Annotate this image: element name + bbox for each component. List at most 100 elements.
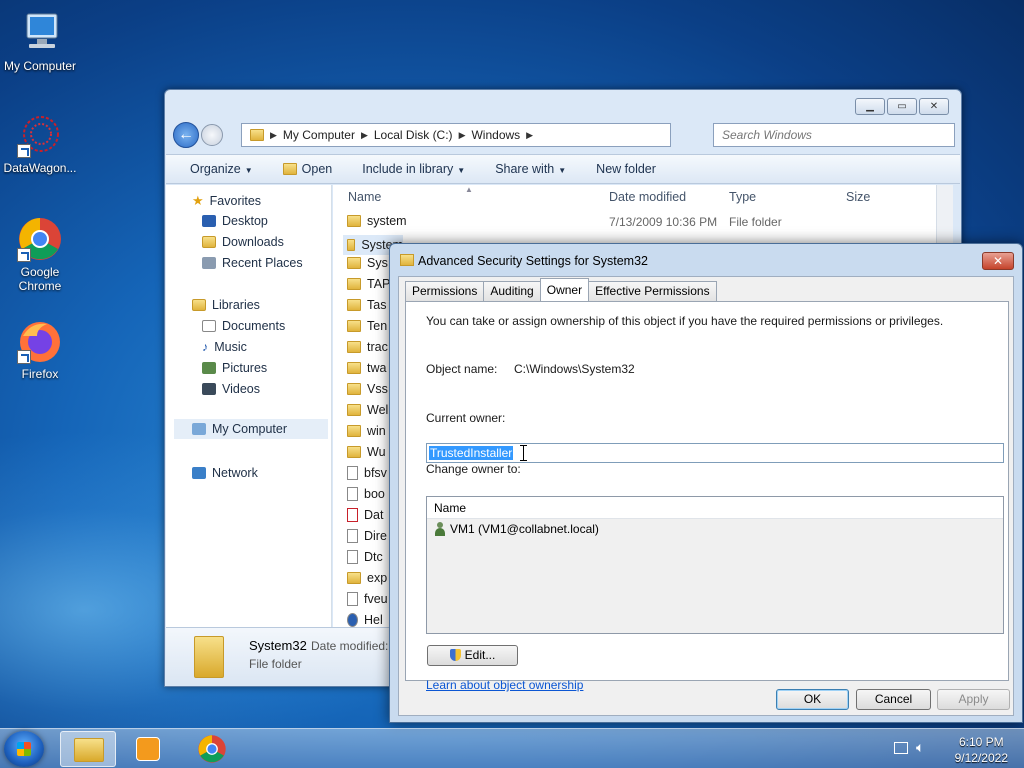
file-row[interactable]: Wel (347, 403, 388, 417)
nav-pictures[interactable]: Pictures (202, 361, 267, 375)
nav-desktop[interactable]: Desktop (202, 214, 268, 228)
clock[interactable]: 6:10 PM 9/12/2022 (955, 734, 1008, 766)
column-date-modified[interactable]: Date modified (609, 190, 686, 204)
file-row[interactable]: bfsv (347, 466, 387, 480)
taskbar-chrome-button[interactable] (184, 731, 240, 767)
nav-favorites[interactable]: ★ Favorites (192, 193, 261, 209)
network-icon (192, 467, 206, 479)
advanced-security-dialog[interactable]: Advanced Security Settings for System32 … (389, 243, 1023, 723)
file-name: Wel (367, 403, 389, 417)
shortcut-arrow-icon (17, 144, 31, 158)
minimize-button[interactable]: ▁ (855, 98, 885, 115)
apply-button[interactable]: Apply (937, 689, 1010, 710)
nav-network[interactable]: Network (192, 466, 258, 480)
ok-button[interactable]: OK (776, 689, 849, 710)
file-row[interactable]: Dtc (347, 550, 383, 564)
dialog-title: Advanced Security Settings for System32 (418, 254, 648, 268)
desktop-icon-chrome[interactable]: Google Chrome (0, 216, 80, 293)
dialog-close-button[interactable]: ✕ (982, 252, 1014, 270)
file-row[interactable]: Hel (347, 613, 383, 627)
details-type: File folder (249, 657, 302, 671)
taskbar-media-player-button[interactable] (120, 731, 176, 767)
file-row[interactable]: Vss (347, 382, 388, 396)
change-owner-list[interactable]: Name VM1 (VM1@collabnet.local) (426, 496, 1004, 634)
desktop-icon-my-computer[interactable]: My Computer (0, 10, 80, 73)
list-item[interactable]: VM1 (VM1@collabnet.local) (434, 522, 599, 536)
list-column-name[interactable]: Name (427, 497, 1003, 519)
tab-effective-permissions[interactable]: Effective Permissions (588, 281, 717, 301)
cancel-button[interactable]: Cancel (856, 689, 931, 710)
file-row[interactable]: fveu (347, 592, 388, 606)
breadcrumb-windows[interactable]: Windows (471, 128, 520, 142)
tab-permissions[interactable]: Permissions (405, 281, 485, 301)
column-size[interactable]: Size (846, 190, 870, 204)
system-tray: 🔈︎ 6:10 PM 9/12/2022 (888, 732, 1008, 766)
pictures-icon (202, 362, 216, 374)
organize-button[interactable]: Organize ▼ (190, 162, 253, 176)
share-with-button[interactable]: Share with ▼ (495, 162, 566, 176)
edit-label: Edit... (464, 648, 496, 662)
forward-button[interactable] (201, 124, 223, 146)
nav-downloads[interactable]: Downloads (202, 235, 284, 249)
file-row[interactable]: Wu (347, 445, 386, 459)
file-row[interactable]: Tas (347, 298, 386, 312)
file-row[interactable]: Ten (347, 319, 387, 333)
tab-owner[interactable]: Owner (539, 278, 590, 301)
ownership-info: You can take or assign ownership of this… (426, 314, 944, 328)
star-icon: ★ (192, 193, 204, 208)
file-row[interactable]: twa (347, 361, 386, 375)
desktop-icon-firefox[interactable]: Firefox (0, 318, 80, 381)
nav-libraries[interactable]: Libraries (192, 298, 260, 312)
file-row[interactable]: Dat (347, 508, 383, 522)
edit-button[interactable]: Edit... (427, 645, 518, 666)
search-input[interactable]: Search Windows (713, 123, 955, 147)
current-owner-field[interactable]: TrustedInstaller (426, 443, 1004, 463)
include-in-library-button[interactable]: Include in library ▼ (362, 162, 465, 176)
nav-videos[interactable]: Videos (202, 382, 260, 396)
file-name: exp (367, 571, 388, 585)
file-row[interactable]: boo (347, 487, 385, 501)
tab-auditing[interactable]: Auditing (483, 281, 541, 301)
nav-label: Videos (222, 382, 260, 396)
maximize-button[interactable]: ▭ (887, 98, 917, 115)
folder-icon (347, 320, 361, 332)
object-name-label: Object name: (426, 362, 498, 376)
file-row[interactable]: exp (347, 571, 387, 585)
open-button[interactable]: Open (282, 162, 332, 176)
column-name[interactable]: Name (348, 190, 381, 204)
back-button[interactable]: ← (173, 122, 199, 148)
file-row[interactable]: TAP (347, 277, 390, 291)
desktop-icon-datawagon[interactable]: DataWagon... (0, 112, 80, 175)
network-tray-icon[interactable] (894, 742, 908, 754)
current-owner-label: Current owner: (426, 411, 506, 425)
nav-my-computer[interactable]: My Computer (174, 419, 328, 439)
file-row[interactable]: trac (347, 340, 388, 354)
nav-label: Documents (222, 319, 286, 333)
clock-date: 9/12/2022 (954, 751, 1008, 765)
file-row[interactable]: Sys (347, 256, 388, 270)
folder-icon (347, 278, 361, 290)
nav-music[interactable]: ♪ Music (202, 340, 247, 354)
file-type: File folder (729, 215, 782, 229)
file-icon (347, 487, 358, 501)
file-name: Ten (367, 319, 388, 333)
file-row[interactable]: win (347, 424, 386, 438)
column-type[interactable]: Type (729, 190, 756, 204)
file-name: win (367, 424, 386, 438)
close-button[interactable]: ✕ (919, 98, 949, 115)
navigation-pane: ★ Favorites Desktop Downloads Recent Plac… (166, 185, 332, 628)
file-name: boo (364, 487, 385, 501)
address-bar[interactable]: ▶ My Computer ▶ Local Disk (C:) ▶ Window… (241, 123, 671, 147)
file-row[interactable]: system (347, 214, 407, 228)
taskbar-explorer-button[interactable] (60, 731, 116, 767)
learn-ownership-link[interactable]: Learn about object ownership (426, 678, 583, 692)
documents-icon (202, 320, 216, 332)
file-row[interactable]: Dire (347, 529, 387, 543)
breadcrumb-my-computer[interactable]: My Computer (283, 128, 355, 142)
nav-recent-places[interactable]: Recent Places (202, 256, 303, 270)
nav-documents[interactable]: Documents (202, 319, 285, 333)
start-button[interactable] (4, 731, 44, 767)
volume-icon[interactable]: 🔈︎ (916, 739, 924, 756)
breadcrumb-local-disk[interactable]: Local Disk (C:) (374, 128, 453, 142)
new-folder-button[interactable]: New folder (596, 162, 656, 176)
